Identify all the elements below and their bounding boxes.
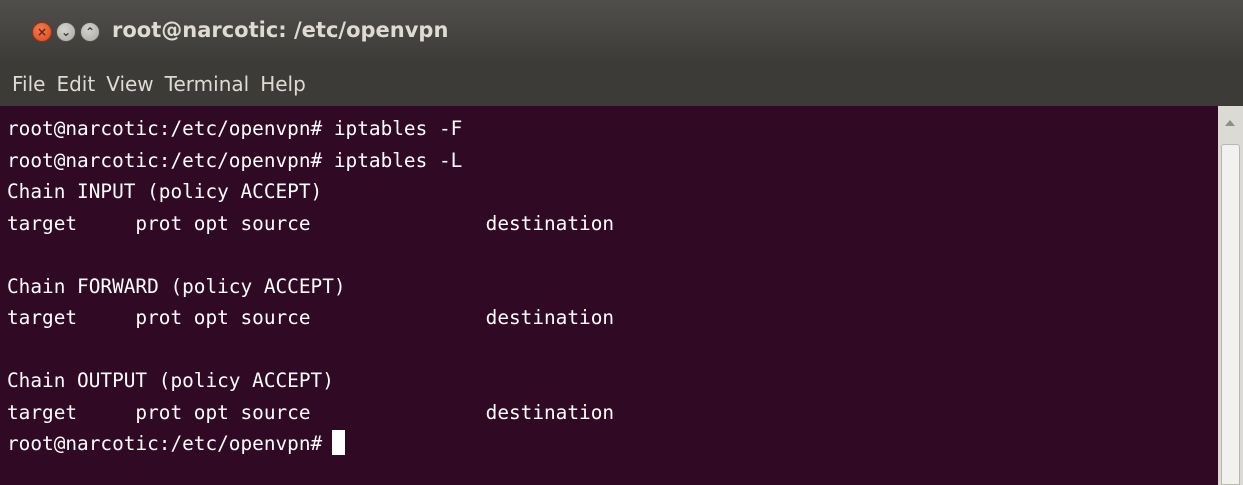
title-bar[interactable]: × ⌄ ⌃ root@narcotic: /etc/openvpn — [0, 0, 1243, 62]
terminal-line: root@narcotic:/etc/openvpn# iptables -L — [7, 148, 463, 172]
vertical-scrollbar[interactable] — [1218, 106, 1243, 485]
terminal-line: target prot opt source destination — [7, 306, 615, 329]
terminal-window: × ⌄ ⌃ root@narcotic: /etc/openvpn File E… — [0, 0, 1243, 485]
terminal-output[interactable]: root@narcotic:/etc/openvpn# iptables -F … — [0, 106, 1218, 485]
terminal-line: target prot opt source destination — [7, 211, 615, 235]
terminal-prompt: root@narcotic:/etc/openvpn# — [7, 432, 323, 455]
terminal-prompt-line: root@narcotic:/etc/openvpn# — [7, 428, 1218, 460]
terminal-line: Chain INPUT (policy ACCEPT) — [7, 180, 323, 203]
menu-help[interactable]: Help — [260, 72, 306, 96]
terminal-line: Chain OUTPUT (policy ACCEPT) — [7, 369, 334, 392]
menu-view[interactable]: View — [106, 72, 153, 96]
close-icon[interactable]: × — [32, 22, 52, 42]
menu-bar: File Edit View Terminal Help — [0, 62, 1243, 106]
terminal-line: root@narcotic:/etc/openvpn# iptables -F — [7, 117, 463, 140]
terminal-line: target prot opt source destination — [7, 400, 615, 424]
terminal-line: Chain FORWARD (policy ACCEPT) — [7, 274, 346, 298]
menu-edit[interactable]: Edit — [56, 72, 95, 96]
terminal-cursor — [332, 430, 346, 455]
minimize-icon[interactable]: ⌄ — [56, 22, 76, 42]
scroll-up-icon[interactable] — [1225, 120, 1235, 126]
menu-file[interactable]: File — [12, 72, 45, 96]
scrollbar-thumb[interactable] — [1221, 144, 1240, 485]
menu-terminal[interactable]: Terminal — [165, 72, 250, 96]
maximize-icon[interactable]: ⌃ — [80, 22, 100, 42]
window-title: root@narcotic: /etc/openvpn — [112, 18, 449, 42]
